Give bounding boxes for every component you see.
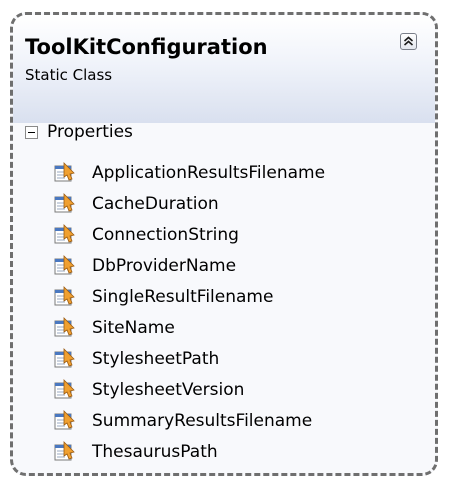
- property-icon: [54, 223, 75, 243]
- property-icon: [54, 409, 75, 429]
- minus-box-icon[interactable]: [25, 125, 38, 139]
- double-chevron-up-icon[interactable]: [400, 33, 417, 50]
- class-header: ToolKitConfiguration Static Class: [13, 15, 435, 123]
- property-name: StylesheetPath: [92, 348, 220, 369]
- property-item[interactable]: SiteName: [53, 312, 325, 343]
- property-name: ApplicationResultsFilename: [92, 162, 326, 183]
- class-shape[interactable]: ToolKitConfiguration Static Class Proper…: [10, 12, 438, 476]
- class-name: ToolKitConfiguration: [25, 35, 268, 59]
- property-item[interactable]: SingleResultFilename: [53, 281, 325, 312]
- property-item[interactable]: SummaryResultsFilename: [53, 405, 325, 436]
- property-name: SummaryResultsFilename: [92, 410, 313, 431]
- property-item[interactable]: DbProviderName: [53, 250, 325, 281]
- property-icon: [54, 316, 75, 336]
- property-list: ApplicationResultsFilename CacheDuration…: [53, 157, 325, 467]
- property-icon: [54, 378, 75, 398]
- property-icon: [54, 440, 75, 460]
- property-icon: [54, 161, 75, 181]
- property-name: ThesaurusPath: [92, 441, 218, 462]
- section-label: Properties: [47, 122, 133, 142]
- property-name: DbProviderName: [92, 255, 237, 276]
- property-icon: [54, 347, 75, 367]
- property-item[interactable]: ApplicationResultsFilename: [53, 157, 325, 188]
- property-item[interactable]: ConnectionString: [53, 219, 325, 250]
- property-icon: [54, 254, 75, 274]
- property-name: StylesheetVersion: [92, 379, 245, 400]
- property-item[interactable]: ThesaurusPath: [53, 436, 325, 467]
- property-icon: [54, 285, 75, 305]
- property-name: ConnectionString: [92, 224, 239, 245]
- property-name: CacheDuration: [92, 193, 219, 214]
- property-item[interactable]: CacheDuration: [53, 188, 325, 219]
- class-stereotype: Static Class: [25, 66, 113, 84]
- properties-section-header[interactable]: Properties: [25, 119, 133, 145]
- property-icon: [54, 192, 75, 212]
- property-name: SiteName: [92, 317, 175, 338]
- property-item[interactable]: StylesheetPath: [53, 343, 325, 374]
- property-name: SingleResultFilename: [92, 286, 274, 307]
- property-item[interactable]: StylesheetVersion: [53, 374, 325, 405]
